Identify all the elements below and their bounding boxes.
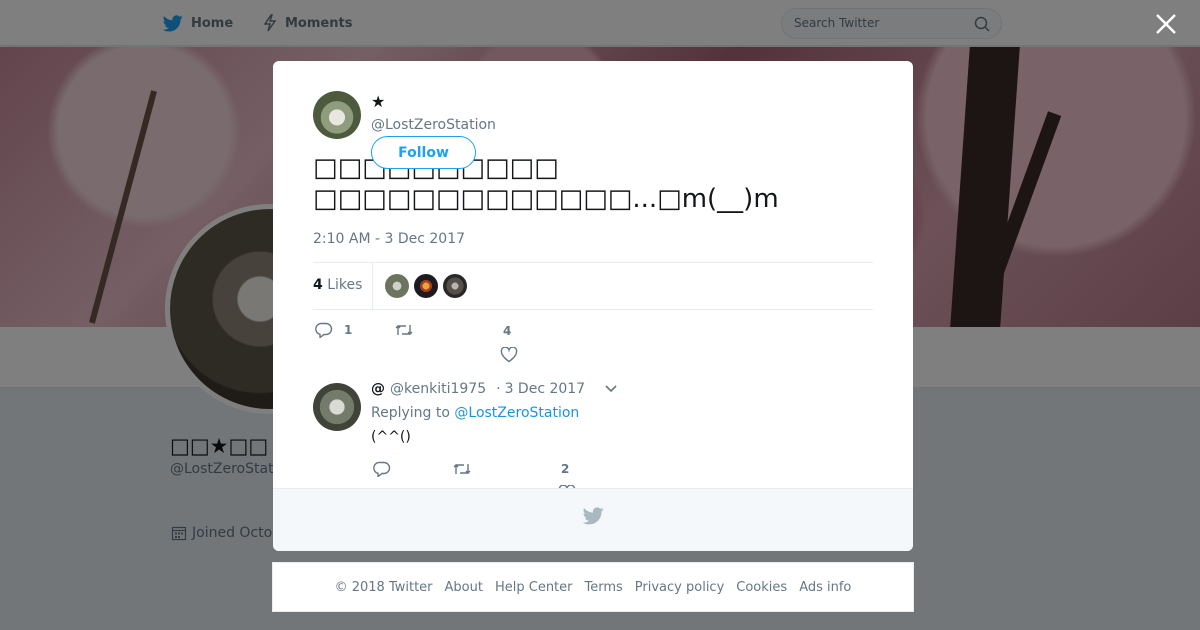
footer-link-about[interactable]: About [445, 580, 483, 595]
replying-handle-link[interactable]: @LostZeroStation [454, 405, 579, 421]
page-footer: © 2018 Twitter About Help Center Terms P… [272, 562, 914, 612]
separator-dot: · [496, 381, 501, 397]
retweet-button[interactable] [395, 323, 413, 337]
footer-link-help-center[interactable]: Help Center [495, 580, 573, 595]
reply-like-count: 2 [561, 462, 570, 476]
close-icon[interactable] [1154, 12, 1178, 36]
footer-link-terms[interactable]: Terms [585, 580, 623, 595]
modal-footer [273, 488, 913, 551]
likes-count: 4 [313, 277, 323, 293]
tweet-stats: 4 Likes [313, 262, 873, 310]
twitter-bird-icon [583, 507, 604, 525]
retweet-icon[interactable] [453, 462, 471, 476]
reply-author-handle[interactable]: @kenkiti1975 [390, 381, 486, 397]
author-name[interactable]: ★ [371, 92, 385, 111]
footer-link-cookies[interactable]: Cookies [736, 580, 787, 595]
liker-avatar[interactable] [443, 274, 467, 298]
reply-count: 1 [344, 323, 353, 337]
footer-copyright: © 2018 Twitter [334, 579, 433, 595]
reply-icon[interactable] [373, 461, 391, 477]
likes-stat[interactable]: 4 Likes [313, 277, 362, 293]
replying-to: Replying to @LostZeroStation [371, 405, 579, 421]
tweet-timestamp[interactable]: 2:10 AM - 3 Dec 2017 [313, 231, 465, 247]
follow-button[interactable]: Follow [371, 136, 476, 169]
author-handle[interactable]: @LostZeroStation [371, 117, 496, 133]
tweet-modal: ★ @LostZeroStation □□□□□□□□□□ □□□□□□□□□□… [273, 61, 913, 551]
footer-link-ads-info[interactable]: Ads info [799, 580, 851, 595]
like-count: 4 [503, 324, 512, 338]
reply-author-name[interactable]: @ [371, 381, 385, 397]
retweet-icon [395, 325, 413, 335]
reply-icon [315, 322, 333, 338]
reply-header: @ @kenkiti1975 · 3 Dec 2017 [371, 381, 617, 397]
reply-text: (^^() [371, 429, 411, 445]
like-icon[interactable] [500, 347, 518, 363]
reply-date[interactable]: 3 Dec 2017 [505, 381, 586, 397]
chevron-down-icon[interactable] [605, 385, 617, 393]
replying-prefix: Replying to [371, 405, 450, 421]
stats-divider [372, 263, 373, 309]
footer-link-privacy[interactable]: Privacy policy [635, 580, 724, 595]
liker-avatar[interactable] [385, 274, 409, 298]
likes-label: Likes [327, 277, 363, 293]
reply-author-avatar[interactable] [313, 383, 361, 431]
reply-button[interactable]: 1 [315, 322, 352, 338]
author-avatar[interactable] [313, 91, 361, 139]
liker-avatar[interactable] [414, 274, 438, 298]
